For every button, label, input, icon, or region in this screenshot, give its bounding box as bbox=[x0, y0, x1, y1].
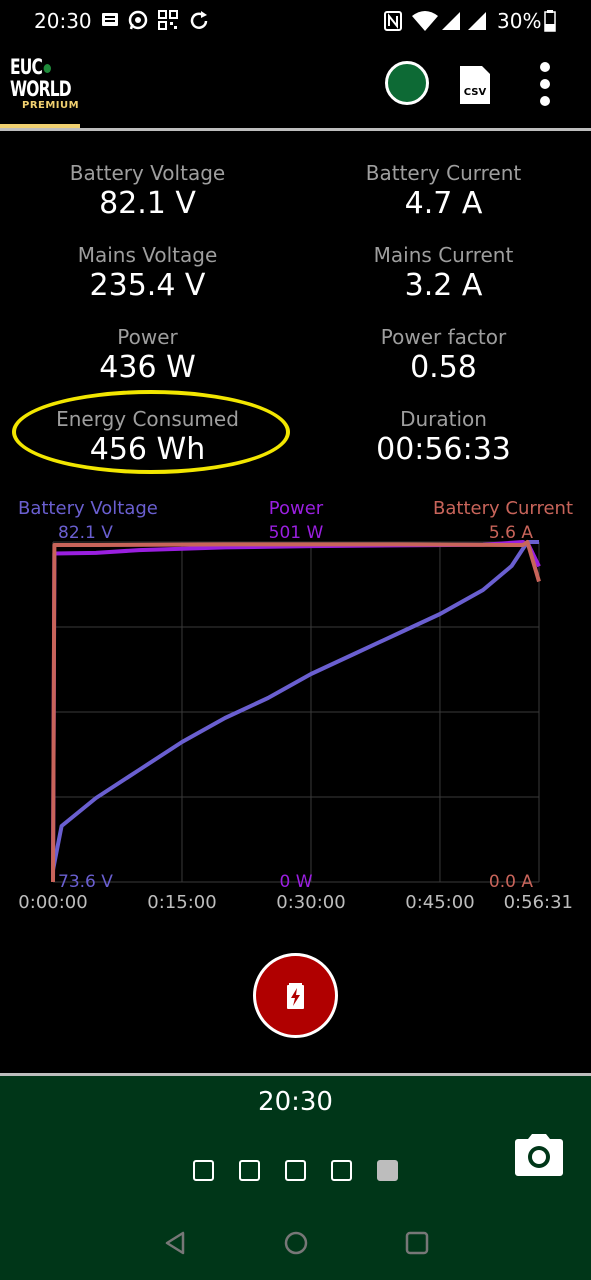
stat-mains-current: Mains Current 3.2 A bbox=[296, 242, 591, 304]
stat-value: 00:56:33 bbox=[376, 432, 511, 467]
logo-text-euc: EUC bbox=[10, 55, 43, 79]
x-tick-label: 0:15:00 bbox=[147, 892, 216, 913]
page-indicator[interactable] bbox=[331, 1160, 352, 1181]
stat-label: Mains Current bbox=[373, 243, 514, 267]
csv-export-icon[interactable]: CSV bbox=[458, 64, 492, 106]
sync-icon bbox=[190, 11, 208, 29]
stat-value: 82.1 V bbox=[99, 186, 196, 221]
x-tick-label: 0:56:31 bbox=[504, 892, 573, 913]
stat-value: 235.4 V bbox=[89, 268, 206, 303]
stat-battery-current: Battery Current 4.7 A bbox=[296, 160, 591, 222]
page-indicator[interactable] bbox=[239, 1160, 260, 1181]
whatsapp-icon bbox=[128, 10, 148, 30]
nav-recents-icon[interactable] bbox=[404, 1230, 430, 1256]
logo-text-world: WORLD bbox=[10, 77, 72, 101]
page-indicator-active[interactable] bbox=[377, 1160, 398, 1181]
nav-home-icon[interactable] bbox=[283, 1230, 309, 1256]
chart-grid bbox=[52, 541, 540, 883]
logo-premium: PREMIUM bbox=[22, 100, 80, 111]
legend-battery-voltage: Battery Voltage bbox=[18, 498, 158, 519]
stat-power: Power 436 W bbox=[0, 324, 295, 386]
stat-duration: Duration 00:56:33 bbox=[296, 406, 591, 468]
series-line-battery-voltage bbox=[51, 540, 539, 871]
page-indicator[interactable] bbox=[193, 1160, 214, 1181]
stat-label: Duration bbox=[400, 407, 487, 431]
legend-power: Power bbox=[269, 498, 324, 519]
stat-label: Power bbox=[117, 325, 178, 349]
bottom-panel: 20:30 bbox=[0, 1073, 591, 1280]
euc-world-logo[interactable]: EUC WORLD PREMIUM bbox=[10, 56, 80, 111]
stat-value: 3.2 A bbox=[404, 268, 483, 303]
max-label-battery-voltage: 82.1 V bbox=[58, 523, 113, 543]
stat-label: Battery Voltage bbox=[69, 161, 226, 185]
overflow-menu-button[interactable] bbox=[535, 62, 555, 108]
signal-icon bbox=[442, 12, 460, 30]
x-tick-label: 0:45:00 bbox=[405, 892, 474, 913]
chart-labels: Battery Voltage 82.1 V 73.6 V Power 501 W 0 W… bbox=[18, 498, 573, 913]
stat-battery-voltage: Battery Voltage 82.1 V bbox=[0, 160, 295, 222]
stat-value: 0.58 bbox=[410, 350, 477, 385]
charging-button[interactable] bbox=[253, 953, 338, 1038]
csv-label: CSV bbox=[464, 87, 487, 98]
app-bar: EUC WORLD PREMIUM CSV bbox=[0, 44, 591, 132]
signal-icon bbox=[468, 12, 486, 30]
legend-battery-current: Battery Current bbox=[433, 498, 573, 519]
bottom-divider bbox=[0, 1073, 591, 1076]
stat-label: Mains Voltage bbox=[77, 243, 218, 267]
max-label-power: 501 W bbox=[269, 523, 324, 543]
nav-back-icon[interactable] bbox=[163, 1230, 187, 1256]
max-label-battery-current: 5.6 A bbox=[489, 523, 533, 543]
min-label-power: 0 W bbox=[279, 872, 312, 892]
status-time: 20:30 bbox=[34, 9, 92, 33]
menu-dot bbox=[540, 62, 550, 72]
x-tick-label: 0:30:00 bbox=[276, 892, 345, 913]
nfc-icon bbox=[384, 11, 402, 31]
stat-label: Power factor bbox=[380, 325, 507, 349]
status-bar: 20:30 30% bbox=[0, 0, 591, 44]
message-icon bbox=[102, 13, 118, 26]
connection-status-button[interactable] bbox=[385, 61, 429, 105]
min-label-battery-current: 0.0 A bbox=[489, 872, 533, 892]
battery-icon bbox=[544, 10, 556, 32]
stat-mains-voltage: Mains Voltage 235.4 V bbox=[0, 242, 295, 304]
camera-icon[interactable] bbox=[514, 1133, 564, 1177]
stat-power-factor: Power factor 0.58 bbox=[296, 324, 591, 386]
charging-chart: Battery Voltage 82.1 V 73.6 V Power 501 W 0 W… bbox=[18, 498, 573, 913]
stat-value: 4.7 A bbox=[404, 186, 483, 221]
page-indicator[interactable] bbox=[285, 1160, 306, 1181]
highlight-ellipse bbox=[12, 390, 290, 474]
stat-label: Battery Current bbox=[365, 161, 522, 185]
battery-charging-icon bbox=[287, 983, 304, 1009]
x-tick-label: 0:00:00 bbox=[18, 892, 87, 913]
menu-dot bbox=[540, 79, 550, 89]
min-label-battery-voltage: 73.6 V bbox=[58, 872, 113, 892]
bottom-clock: 20:30 bbox=[258, 1087, 333, 1117]
qr-icon bbox=[158, 10, 178, 30]
app-bar-divider bbox=[0, 128, 591, 131]
menu-dot bbox=[540, 96, 550, 106]
battery-percent: 30% bbox=[497, 9, 542, 33]
wifi-icon bbox=[412, 11, 438, 31]
stat-value: 436 W bbox=[99, 350, 196, 385]
logo-dot bbox=[43, 63, 52, 73]
